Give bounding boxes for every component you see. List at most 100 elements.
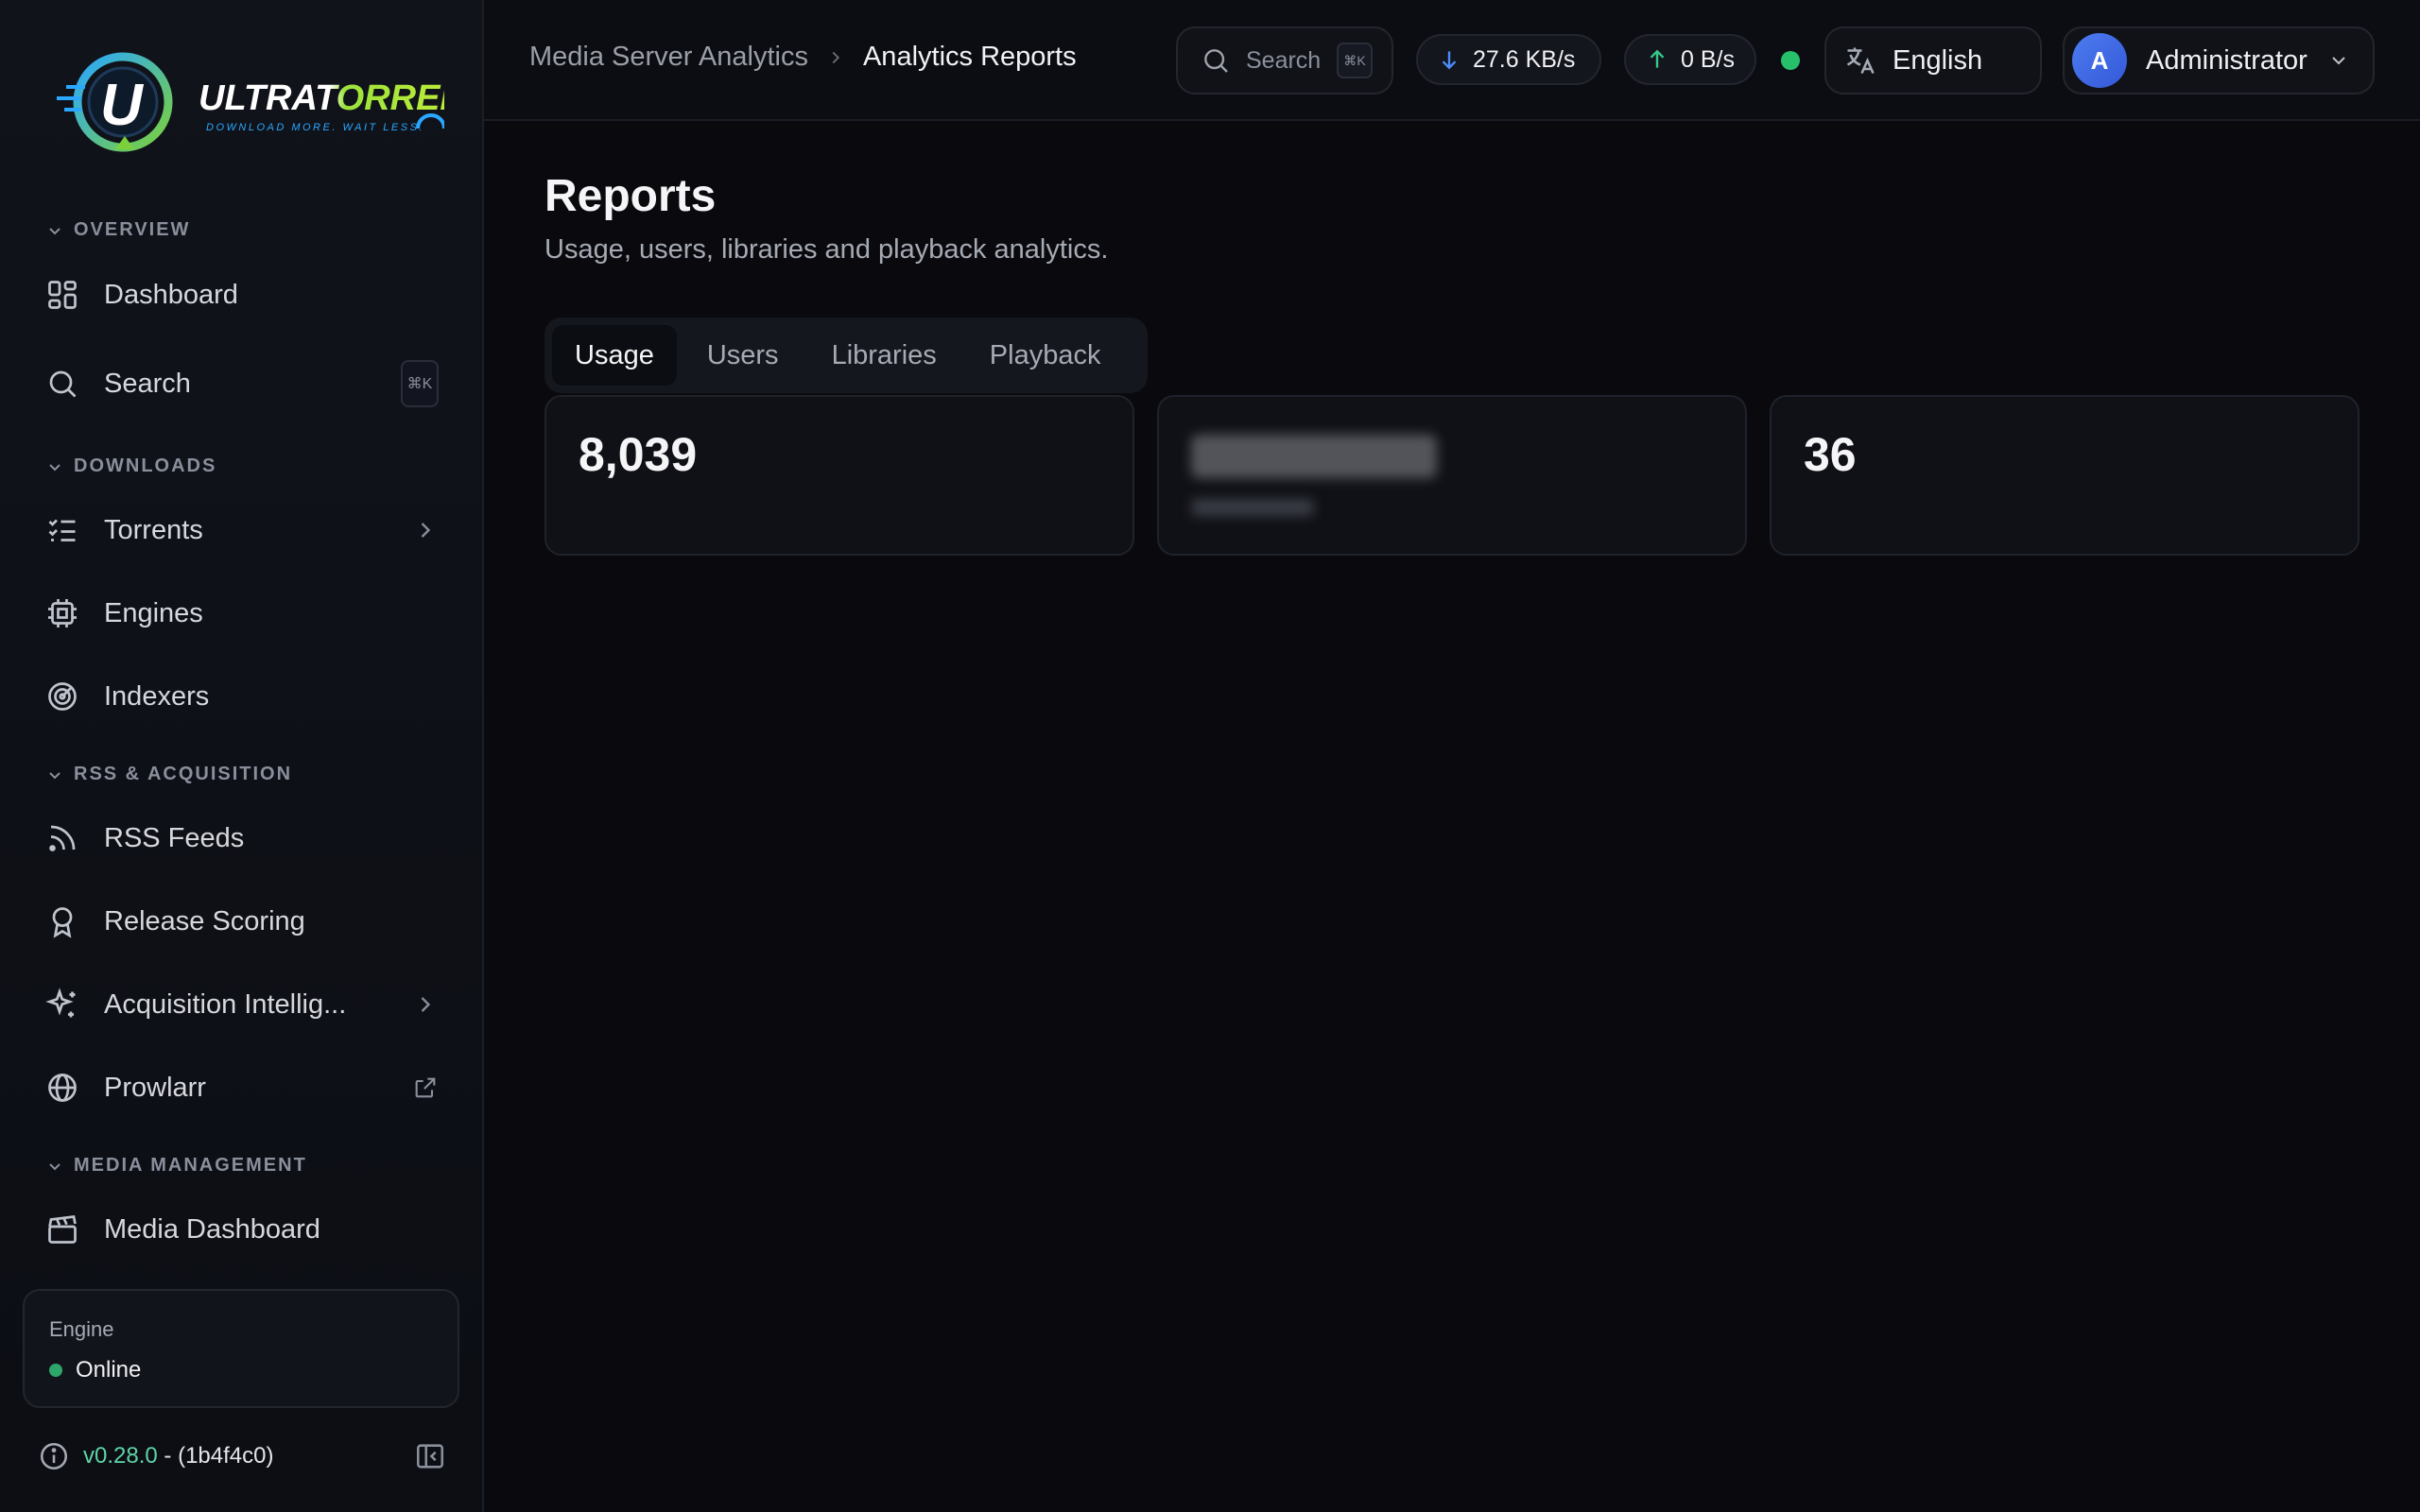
page-title: Reports xyxy=(544,171,717,221)
sidebar-item-label: Prowlarr xyxy=(104,1072,206,1103)
logo-graphic: U ULTRATORRENT DOWNLOAD MORE. WAIT LESS. xyxy=(57,52,491,152)
sidebar-item-torrents[interactable]: Torrents xyxy=(45,500,439,560)
stat-value: 36 xyxy=(1804,428,1857,481)
engine-status: Online xyxy=(49,1357,141,1383)
sidebar-item-label: RSS Feeds xyxy=(104,822,245,853)
sidebar-item-label: Media Dashboard xyxy=(104,1213,320,1245)
sidebar-item-release-scoring[interactable]: Release Scoring xyxy=(45,891,439,952)
avatar: A xyxy=(2072,33,2127,88)
section-downloads[interactable]: DOWNLOADS xyxy=(47,455,216,477)
section-media-management[interactable]: MEDIA MANAGEMENT xyxy=(47,1155,307,1177)
tab-libraries[interactable]: Libraries xyxy=(809,325,959,386)
sidebar-collapse-icon[interactable] xyxy=(414,1440,446,1472)
logo-wordmark: ULTRATORRENT xyxy=(199,78,444,118)
chevron-down-icon xyxy=(49,463,60,471)
shortcut-hint: ⌘K xyxy=(401,360,439,407)
chevron-down-icon xyxy=(49,1162,60,1170)
sidebar-item-label: Search xyxy=(104,368,191,399)
version-commit: (1b4f4c0) xyxy=(178,1443,274,1469)
section-title: DOWNLOADS xyxy=(74,455,217,476)
search-placeholder: Search xyxy=(1246,46,1322,74)
sidebar-item-acquisition-intelligence[interactable]: Acquisition Intellig... xyxy=(45,974,439,1035)
sidebar-item-media-dashboard[interactable]: Media Dashboard xyxy=(45,1199,439,1260)
dashboard-icon xyxy=(48,281,77,309)
rss-icon xyxy=(49,825,76,851)
external-link-icon xyxy=(415,1077,436,1098)
global-search-button[interactable]: Search ⌘K xyxy=(1176,26,1393,94)
top-bar: Media Server Analytics Analytics Reports… xyxy=(484,0,2420,121)
breadcrumb-parent[interactable]: Media Server Analytics xyxy=(529,42,808,73)
user-name: Administrator xyxy=(2146,44,2308,76)
version-info: v0.28.0 - (1b4f4c0) xyxy=(38,1436,446,1476)
radar-icon xyxy=(48,682,77,711)
search-icon xyxy=(1204,49,1228,73)
sidebar-item-label: Release Scoring xyxy=(104,905,305,936)
connection-status-indicator xyxy=(1781,51,1800,70)
ultratorrent-logo[interactable]: U ULTRATORRENT DOWNLOAD MORE. WAIT LESS. xyxy=(47,49,491,163)
sidebar-item-label: Engines xyxy=(104,597,203,628)
chevron-right-icon xyxy=(832,51,840,63)
arrow-down-icon xyxy=(1442,51,1457,70)
translate-icon xyxy=(1846,47,1875,75)
sidebar-item-indexers[interactable]: Indexers xyxy=(45,666,439,727)
tab-usage[interactable]: Usage xyxy=(552,325,677,386)
arrow-up-icon xyxy=(1650,49,1665,68)
section-overview[interactable]: OVERVIEW xyxy=(47,219,190,241)
language-label: English xyxy=(1893,44,1983,76)
breadcrumb: Media Server Analytics Analytics Reports xyxy=(529,42,1077,73)
tab-playback[interactable]: Playback xyxy=(967,325,1124,386)
engine-label: Engine xyxy=(49,1317,114,1341)
tab-users[interactable]: Users xyxy=(684,325,802,386)
version-separator: - xyxy=(164,1443,172,1469)
breadcrumb-current: Analytics Reports xyxy=(862,42,1077,72)
upload-speed: 0 B/s xyxy=(1681,45,1735,73)
stat-label-redacted xyxy=(1191,499,1314,516)
sidebar-item-label: Torrents xyxy=(104,514,203,545)
stat-card-3: 36 xyxy=(1770,395,2360,556)
cpu-icon xyxy=(48,599,77,627)
chevron-right-icon xyxy=(421,997,431,1012)
sidebar-item-label: Indexers xyxy=(104,680,210,712)
page-subtitle: Usage, users, libraries and playback ana… xyxy=(544,234,1109,265)
award-icon xyxy=(52,907,73,938)
stat-card-1: 8,039 xyxy=(544,395,1134,556)
info-icon[interactable] xyxy=(38,1440,70,1472)
sidebar-item-label: Dashboard xyxy=(104,279,238,310)
sidebar-item-prowlarr[interactable]: Prowlarr xyxy=(45,1057,439,1118)
section-title: OVERVIEW xyxy=(74,219,191,240)
chevron-down-icon xyxy=(49,227,60,234)
download-speed-badge: 27.6 KB/s xyxy=(1416,34,1601,85)
download-speed: 27.6 KB/s xyxy=(1473,45,1576,73)
sparkles-icon xyxy=(45,988,76,1018)
report-tabs: Usage Users Libraries Playback xyxy=(544,318,1148,393)
stat-card-2 xyxy=(1157,395,1747,556)
user-menu[interactable]: A Administrator xyxy=(2063,26,2375,94)
stat-value-redacted xyxy=(1191,435,1437,478)
sidebar-item-search[interactable]: Search ⌘K xyxy=(45,353,439,414)
globe-icon xyxy=(48,1074,77,1102)
engine-status-text: Online xyxy=(76,1357,142,1383)
chevron-down-icon xyxy=(2332,57,2345,65)
section-rss-acquisition[interactable]: RSS & ACQUISITION xyxy=(47,764,292,785)
section-title: MEDIA MANAGEMENT xyxy=(74,1155,307,1176)
engine-status-card[interactable]: Engine Online xyxy=(23,1289,459,1408)
sidebar-item-rss-feeds[interactable]: RSS Feeds xyxy=(45,808,439,868)
online-indicator-icon xyxy=(49,1364,62,1377)
sidebar-item-dashboard[interactable]: Dashboard xyxy=(45,265,439,325)
search-icon xyxy=(49,370,77,398)
svg-text:U: U xyxy=(100,73,145,138)
sidebar: U ULTRATORRENT DOWNLOAD MORE. WAIT LESS.… xyxy=(0,0,491,1512)
upload-speed-badge: 0 B/s xyxy=(1624,34,1756,85)
logo-tagline: DOWNLOAD MORE. WAIT LESS. xyxy=(206,122,424,133)
chevron-down-icon xyxy=(49,771,60,779)
section-title: RSS & ACQUISITION xyxy=(74,764,293,784)
chevron-right-icon xyxy=(421,523,431,538)
stat-value: 8,039 xyxy=(579,428,698,481)
sidebar-item-engines[interactable]: Engines xyxy=(45,583,439,644)
version-number: v0.28.0 xyxy=(83,1443,158,1469)
language-selector[interactable]: English xyxy=(1824,26,2042,94)
sidebar-item-label: Acquisition Intellig... xyxy=(104,988,347,1020)
clapperboard-icon xyxy=(48,1215,77,1244)
search-shortcut: ⌘K xyxy=(1337,43,1373,78)
list-check-icon xyxy=(48,519,76,541)
